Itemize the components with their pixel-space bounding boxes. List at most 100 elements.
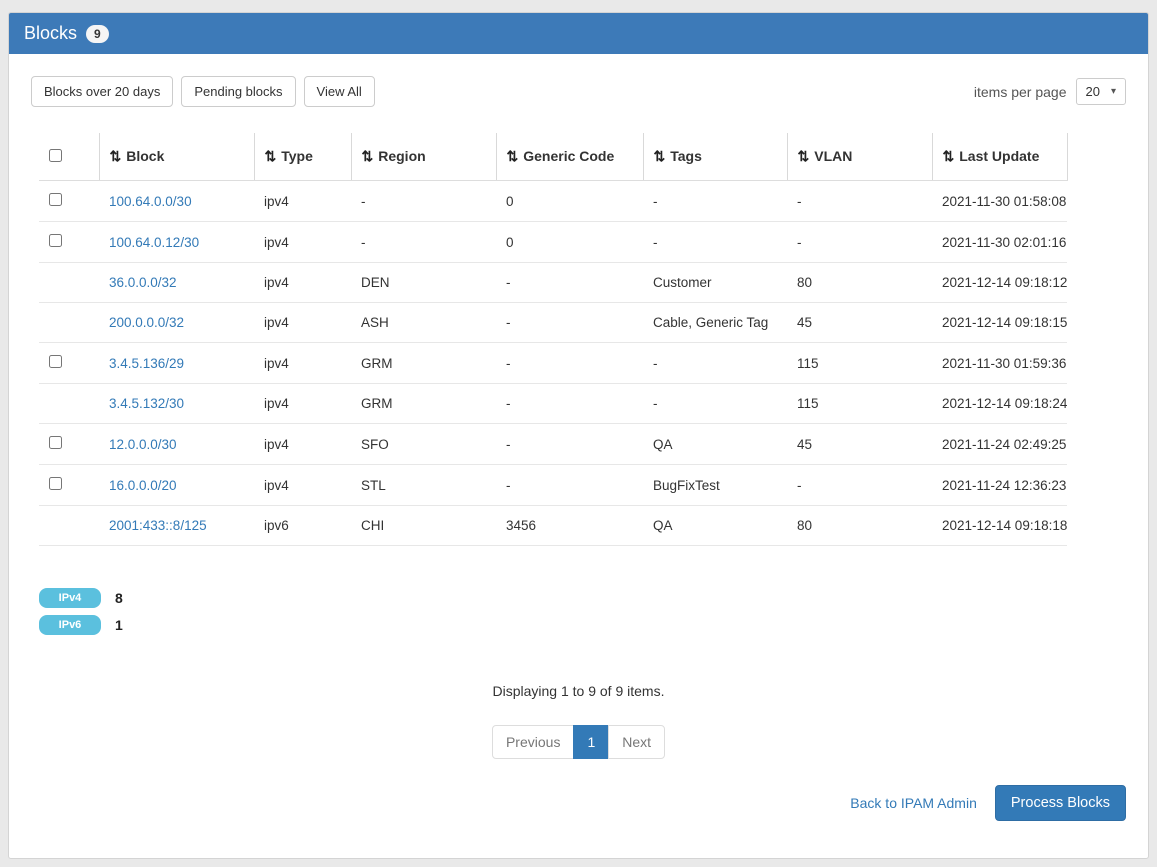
generic-code-cell: - <box>496 303 643 343</box>
column-header-last-update[interactable]: ⇅Last Update <box>932 133 1067 181</box>
type-cell: ipv4 <box>254 465 351 506</box>
type-summary: IPv4 8 IPv6 1 <box>39 588 1126 635</box>
block-cell: 36.0.0.0/32 <box>99 263 254 303</box>
blocks-panel: Blocks 9 Blocks over 20 days Pending blo… <box>8 12 1149 859</box>
row-checkbox-cell <box>39 506 99 546</box>
sort-icon: ⇅ <box>362 148 374 164</box>
tags-cell: - <box>643 222 787 263</box>
pagination: Previous 1 Next <box>31 725 1126 759</box>
row-checkbox[interactable] <box>49 355 62 368</box>
last-update-cell: 2021-12-14 09:18:15 <box>932 303 1067 343</box>
vlan-cell: 115 <box>787 343 932 384</box>
type-cell: ipv4 <box>254 424 351 465</box>
tags-cell: - <box>643 384 787 424</box>
column-header-label: Last Update <box>959 148 1039 164</box>
previous-page-button[interactable]: Previous <box>492 725 574 759</box>
block-cell: 3.4.5.132/30 <box>99 384 254 424</box>
items-per-page-select[interactable]: 20 ▾ <box>1076 78 1127 105</box>
last-update-cell: 2021-12-14 09:18:12 <box>932 263 1067 303</box>
items-per-page-control: items per page 20 ▾ <box>974 78 1126 105</box>
table-row: 36.0.0.0/32ipv4DEN-Customer802021-12-14 … <box>39 263 1067 303</box>
generic-code-cell: 0 <box>496 181 643 222</box>
last-update-cell: 2021-11-30 02:01:16 <box>932 222 1067 263</box>
tags-cell: - <box>643 181 787 222</box>
blocks-table: ⇅Block ⇅Type ⇅Region ⇅Generic Code ⇅Tags… <box>39 133 1068 546</box>
block-cell: 100.64.0.12/30 <box>99 222 254 263</box>
block-link[interactable]: 2001:433::8/125 <box>109 518 207 533</box>
block-link[interactable]: 16.0.0.0/20 <box>109 478 177 493</box>
vlan-cell: - <box>787 222 932 263</box>
column-header-vlan[interactable]: ⇅VLAN <box>787 133 932 181</box>
column-header-region[interactable]: ⇅Region <box>351 133 496 181</box>
page-1-button[interactable]: 1 <box>573 725 609 759</box>
type-cell: ipv4 <box>254 384 351 424</box>
type-cell: ipv4 <box>254 263 351 303</box>
column-header-tags[interactable]: ⇅Tags <box>643 133 787 181</box>
tags-cell: BugFixTest <box>643 465 787 506</box>
last-update-cell: 2021-12-14 09:18:18 <box>932 506 1067 546</box>
block-link[interactable]: 3.4.5.136/29 <box>109 356 184 371</box>
block-cell: 2001:433::8/125 <box>99 506 254 546</box>
generic-code-cell: - <box>496 263 643 303</box>
region-cell: STL <box>351 465 496 506</box>
last-update-cell: 2021-11-30 01:59:36 <box>932 343 1067 384</box>
last-update-cell: 2021-11-24 02:49:25 <box>932 424 1067 465</box>
ipv6-summary-row: IPv6 1 <box>39 615 1126 635</box>
select-all-checkbox[interactable] <box>49 149 62 162</box>
pending-blocks-button[interactable]: Pending blocks <box>181 76 295 107</box>
page-title: Blocks <box>24 23 77 44</box>
block-link[interactable]: 36.0.0.0/32 <box>109 275 177 290</box>
blocks-over-20-days-button[interactable]: Blocks over 20 days <box>31 76 173 107</box>
ipv4-count: 8 <box>115 590 123 606</box>
next-page-button[interactable]: Next <box>608 725 665 759</box>
vlan-cell: 80 <box>787 263 932 303</box>
generic-code-cell: - <box>496 424 643 465</box>
block-link[interactable]: 100.64.0.12/30 <box>109 235 199 250</box>
sort-icon: ⇅ <box>265 148 277 164</box>
sort-icon: ⇅ <box>507 148 519 164</box>
block-link[interactable]: 200.0.0.0/32 <box>109 315 184 330</box>
column-header-type[interactable]: ⇅Type <box>254 133 351 181</box>
table-row: 2001:433::8/125 ipv6CHI3456QA802021-12-14… <box>39 506 1067 546</box>
row-checkbox-cell <box>39 222 99 263</box>
row-checkbox[interactable] <box>49 477 62 490</box>
items-per-page-value: 20 <box>1086 84 1100 99</box>
region-cell: - <box>351 181 496 222</box>
table-row: 16.0.0.0/20ipv4STL-BugFixTest-2021-11-24… <box>39 465 1067 506</box>
row-checkbox[interactable] <box>49 234 62 247</box>
sort-icon: ⇅ <box>110 148 122 164</box>
table-row: 12.0.0.0/30ipv4SFO-QA452021-11-24 02:49:… <box>39 424 1067 465</box>
block-link[interactable]: 100.64.0.0/30 <box>109 194 192 209</box>
block-cell: 16.0.0.0/20 <box>99 465 254 506</box>
type-cell: ipv6 <box>254 506 351 546</box>
table-header-row: ⇅Block ⇅Type ⇅Region ⇅Generic Code ⇅Tags… <box>39 133 1067 181</box>
type-cell: ipv4 <box>254 343 351 384</box>
generic-code-cell: 3456 <box>496 506 643 546</box>
column-header-label: Generic Code <box>523 148 614 164</box>
row-checkbox[interactable] <box>49 436 62 449</box>
view-all-button[interactable]: View All <box>304 76 375 107</box>
block-link[interactable]: 12.0.0.0/30 <box>109 437 177 452</box>
paging-info: Displaying 1 to 9 of 9 items. <box>31 683 1126 699</box>
table-row: 3.4.5.132/30ipv4GRM--1152021-12-14 09:18… <box>39 384 1067 424</box>
panel-header: Blocks 9 <box>9 13 1148 54</box>
column-header-block[interactable]: ⇅Block <box>99 133 254 181</box>
row-checkbox-cell <box>39 303 99 343</box>
region-cell: GRM <box>351 343 496 384</box>
table-row: 100.64.0.12/30ipv4-0--2021-11-30 02:01:1… <box>39 222 1067 263</box>
vlan-cell: 80 <box>787 506 932 546</box>
block-link[interactable]: 3.4.5.132/30 <box>109 396 184 411</box>
blocks-count-badge: 9 <box>86 25 109 43</box>
table-row: 100.64.0.0/30ipv4-0--2021-11-30 01:58:08 <box>39 181 1067 222</box>
sort-icon: ⇅ <box>943 148 955 164</box>
sort-icon: ⇅ <box>654 148 666 164</box>
process-blocks-button[interactable]: Process Blocks <box>995 785 1126 821</box>
region-cell: CHI <box>351 506 496 546</box>
back-to-ipam-admin-link[interactable]: Back to IPAM Admin <box>850 795 977 811</box>
tags-cell: Cable, Generic Tag <box>643 303 787 343</box>
column-header-generic-code[interactable]: ⇅Generic Code <box>496 133 643 181</box>
row-checkbox-cell <box>39 263 99 303</box>
row-checkbox[interactable] <box>49 193 62 206</box>
generic-code-cell: 0 <box>496 222 643 263</box>
tags-cell: QA <box>643 506 787 546</box>
